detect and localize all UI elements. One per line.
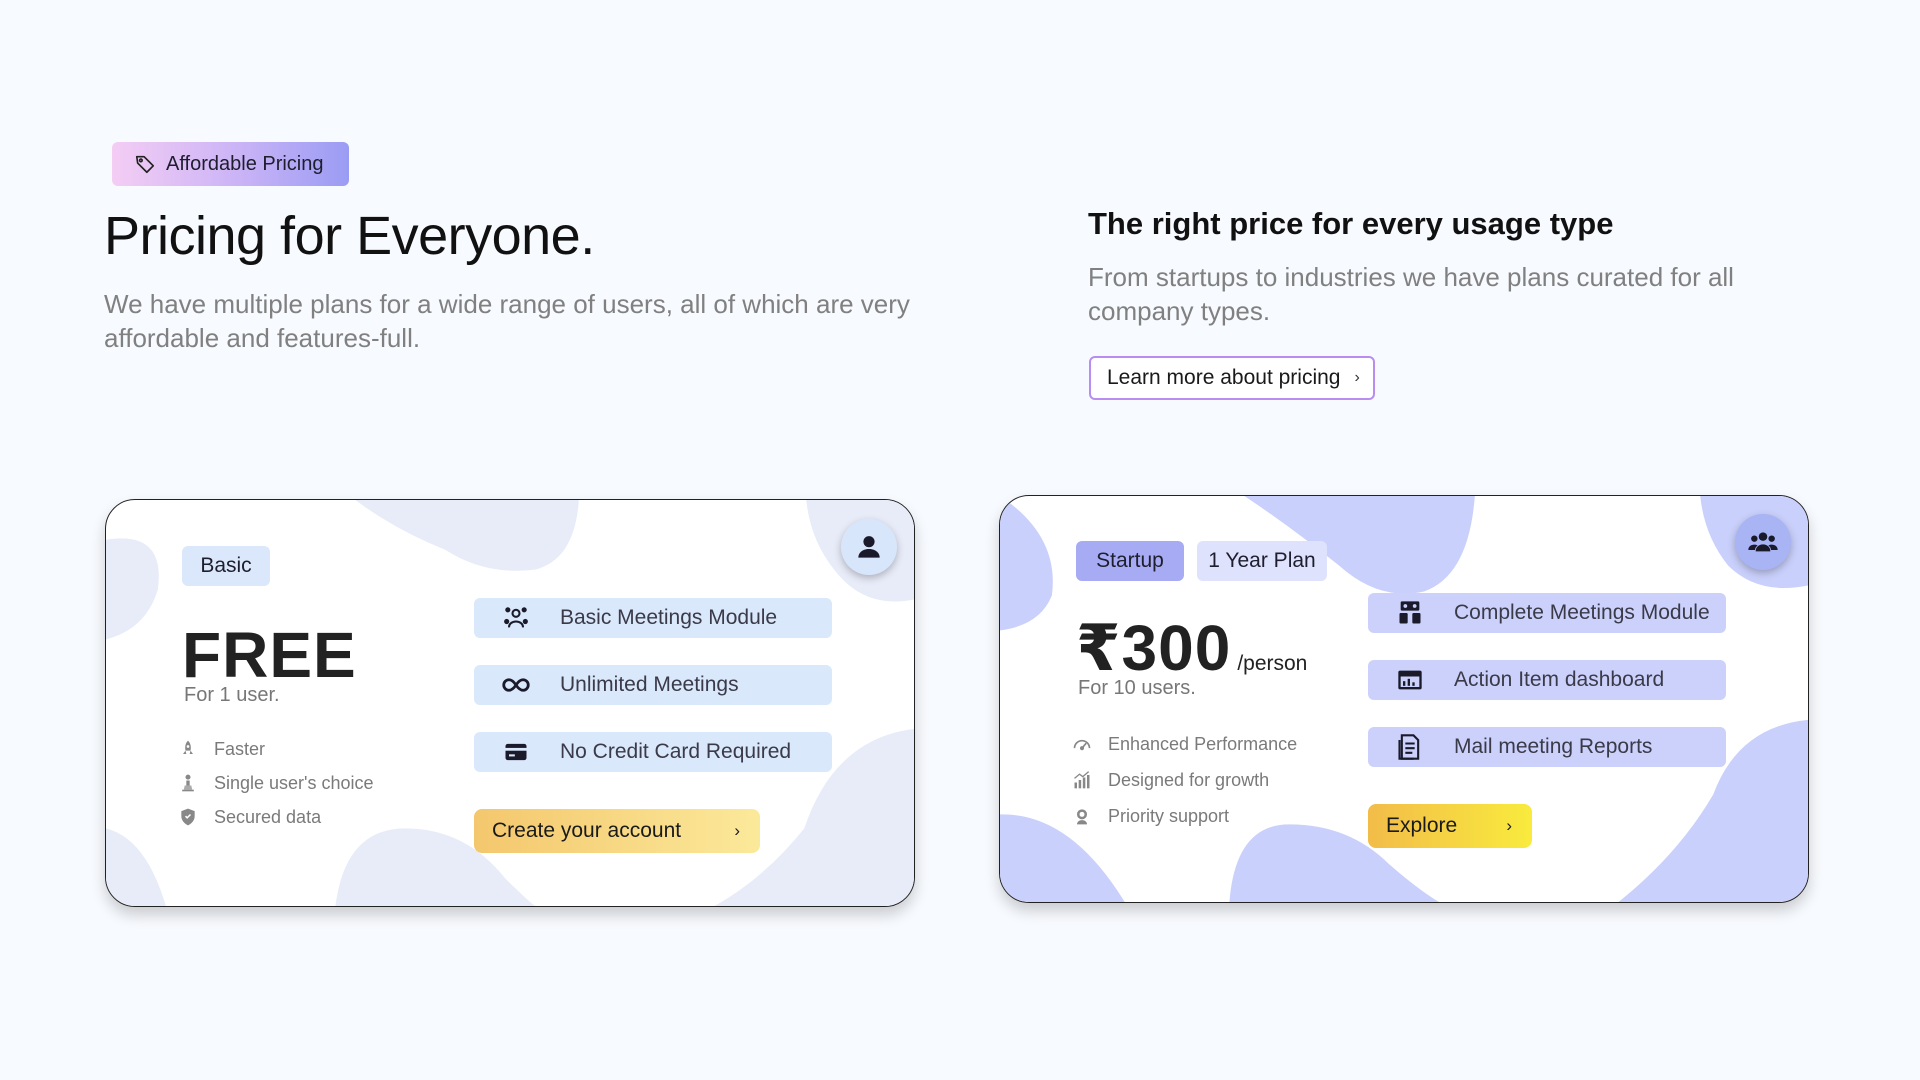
feature-item: Unlimited Meetings <box>474 665 832 705</box>
plan-price: ₹300/person <box>1076 611 1307 686</box>
highlight-label: Secured data <box>214 806 322 827</box>
highlight-label: Priority support <box>1108 805 1230 826</box>
learn-more-label: Learn more about pricing <box>1107 366 1341 389</box>
user-avatar <box>841 519 897 575</box>
feature-label: Action Item dashboard <box>1454 668 1665 691</box>
plan-users: For 10 users. <box>1078 677 1196 699</box>
plan-highlights: Enhanced Performance Designed for growth… <box>1072 726 1297 834</box>
user-trophy-icon <box>182 774 194 792</box>
price-tag-icon <box>135 155 155 174</box>
feature-label: Complete Meetings Module <box>1454 601 1710 624</box>
plan-features: Complete Meetings Module Action Item das… <box>1368 593 1726 794</box>
create-account-button[interactable]: Create your account › <box>474 809 760 853</box>
group-avatar <box>1735 514 1791 570</box>
page-title: Pricing for Everyone. <box>104 206 595 266</box>
feature-item: Basic Meetings Module <box>474 598 832 638</box>
user-icon <box>858 536 880 558</box>
plan-price: FREE <box>182 618 357 692</box>
highlight-item: Single user's choice <box>178 766 374 800</box>
highlight-item: Enhanced Performance <box>1072 726 1297 762</box>
shield-icon <box>181 808 195 826</box>
feature-label: Basic Meetings Module <box>560 606 778 629</box>
startup-plan-card: Startup 1 Year Plan ₹300/person For 10 u… <box>999 495 1809 903</box>
tag-label: Affordable Pricing <box>166 152 324 175</box>
plan-features: Basic Meetings Module Unlimited Meetings… <box>474 598 832 799</box>
highlight-label: Designed for growth <box>1108 769 1270 790</box>
explore-button[interactable]: Explore › <box>1368 804 1532 848</box>
highlight-item: Faster <box>178 732 374 766</box>
feature-item: Mail meeting Reports <box>1368 727 1726 767</box>
support-icon <box>1077 809 1087 825</box>
highlight-item: Designed for growth <box>1072 762 1297 798</box>
page-description: We have multiple plans for a wide range … <box>104 289 910 353</box>
basic-plan-card: Basic FREE For 1 user. Faster Single use… <box>105 499 915 907</box>
price-value: ₹300 <box>1076 612 1232 684</box>
price-unit: /person <box>1237 652 1308 675</box>
section-subtitle: The right price for every usage type <box>1088 206 1614 241</box>
feature-label: Unlimited Meetings <box>560 673 739 696</box>
growth-chart-icon <box>1074 771 1090 789</box>
chevron-right-icon: › <box>1354 369 1360 386</box>
credit-card-icon <box>505 743 527 761</box>
affordable-pricing-tag: Affordable Pricing <box>112 142 349 186</box>
report-icon <box>1398 734 1420 760</box>
team-meeting-icon <box>1399 601 1421 624</box>
learn-more-button[interactable]: Learn more about pricing › <box>1089 356 1375 400</box>
highlight-label: Single user's choice <box>214 772 374 793</box>
dashboard-icon <box>1398 670 1422 690</box>
price-value: FREE <box>182 619 357 691</box>
chevron-right-icon: › <box>734 821 740 840</box>
highlight-item: Secured data <box>178 800 374 834</box>
infinity-icon <box>502 678 530 692</box>
highlight-label: Enhanced Performance <box>1108 733 1298 754</box>
cta-label: Explore <box>1386 814 1458 837</box>
plan-badge-startup: Startup <box>1076 541 1184 581</box>
plan-badge-basic: Basic <box>182 546 270 586</box>
feature-label: Mail meeting Reports <box>1454 735 1653 758</box>
rocket-icon <box>183 740 193 754</box>
plan-term-badge: 1 Year Plan <box>1197 541 1327 581</box>
feature-item: No Credit Card Required <box>474 732 832 772</box>
highlight-label: Faster <box>214 738 266 759</box>
speedometer-icon <box>1073 739 1091 751</box>
chevron-right-icon: › <box>1506 816 1512 835</box>
highlight-item: Priority support <box>1072 798 1297 834</box>
plan-highlights: Faster Single user's choice Secured data <box>178 732 374 834</box>
feature-item: Complete Meetings Module <box>1368 593 1726 633</box>
plan-users: For 1 user. <box>184 684 280 706</box>
section-description: From startups to industries we have plan… <box>1088 262 1734 326</box>
cta-label: Create your account <box>492 819 682 842</box>
feature-label: No Credit Card Required <box>560 740 792 763</box>
feature-item: Action Item dashboard <box>1368 660 1726 700</box>
meeting-module-icon <box>504 607 528 628</box>
users-group-icon <box>1748 532 1778 552</box>
